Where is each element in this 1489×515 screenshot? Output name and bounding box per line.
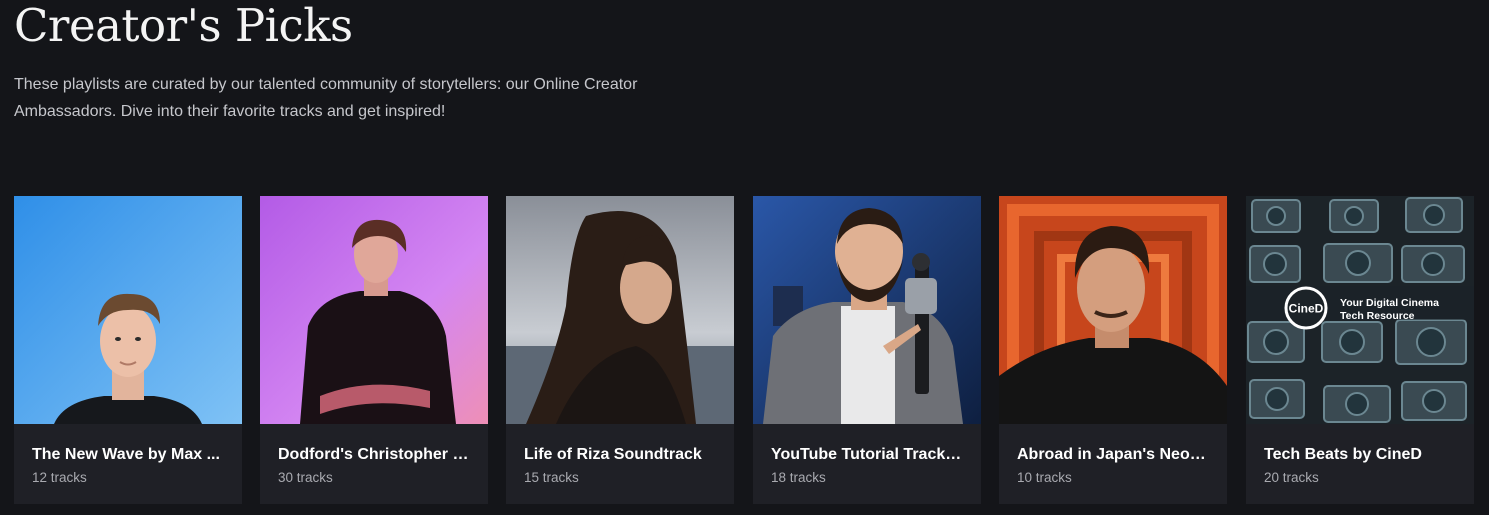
- brand-tagline-line1: Your Digital Cinema: [1340, 297, 1439, 309]
- track-count: 10 tracks: [1017, 470, 1072, 485]
- playlist-card[interactable]: Life of Riza Soundtrack 15 tracks: [506, 196, 734, 504]
- playlist-title[interactable]: Tech Beats by CineD: [1264, 445, 1460, 465]
- playlist-thumbnail[interactable]: CineD Your Digital Cinema Tech Resource: [1246, 196, 1474, 424]
- track-count: 12 tracks: [32, 470, 87, 485]
- track-count: 20 tracks: [1264, 470, 1319, 485]
- playlist-thumbnail[interactable]: [260, 196, 488, 424]
- page-description: These playlists are curated by our talen…: [14, 76, 638, 120]
- brand-tagline-line2: Tech Resource: [1340, 310, 1415, 322]
- playlist-title[interactable]: YouTube Tutorial Tracks...: [771, 445, 967, 465]
- cameras-collage-image: CineD Your Digital Cinema Tech Resource: [1246, 196, 1474, 424]
- portrait-image: [260, 196, 488, 424]
- playlist-card[interactable]: Abroad in Japan's Neon ... 10 tracks: [999, 196, 1227, 504]
- page-title: Creator's Picks: [14, 0, 353, 52]
- playlist-thumbnail[interactable]: [753, 196, 981, 424]
- track-count: 18 tracks: [771, 470, 826, 485]
- playlist-card[interactable]: Dodford's Christopher N... 30 tracks: [260, 196, 488, 504]
- playlist-title[interactable]: Abroad in Japan's Neon ...: [1017, 445, 1213, 465]
- portrait-image: [753, 196, 981, 424]
- playlist-thumbnail[interactable]: [999, 196, 1227, 424]
- playlist-title[interactable]: The New Wave by Max ...: [32, 445, 228, 465]
- brand-logo-name: CineD: [1289, 302, 1324, 316]
- portrait-image: [999, 196, 1227, 424]
- playlist-title[interactable]: Dodford's Christopher N...: [278, 445, 474, 465]
- portrait-image: [14, 196, 242, 424]
- playlist-title[interactable]: Life of Riza Soundtrack: [524, 445, 720, 465]
- playlist-thumbnail[interactable]: [506, 196, 734, 424]
- playlist-card[interactable]: CineD Your Digital Cinema Tech Resource …: [1246, 196, 1474, 504]
- track-count: 15 tracks: [524, 470, 579, 485]
- playlist-card[interactable]: The New Wave by Max ... 12 tracks: [14, 196, 242, 504]
- track-count: 30 tracks: [278, 470, 333, 485]
- portrait-image: [506, 196, 734, 424]
- playlist-card[interactable]: YouTube Tutorial Tracks... 18 tracks: [753, 196, 981, 504]
- playlist-grid: The New Wave by Max ... 12 tracks Dodfor…: [0, 196, 1489, 504]
- playlist-thumbnail[interactable]: [14, 196, 242, 424]
